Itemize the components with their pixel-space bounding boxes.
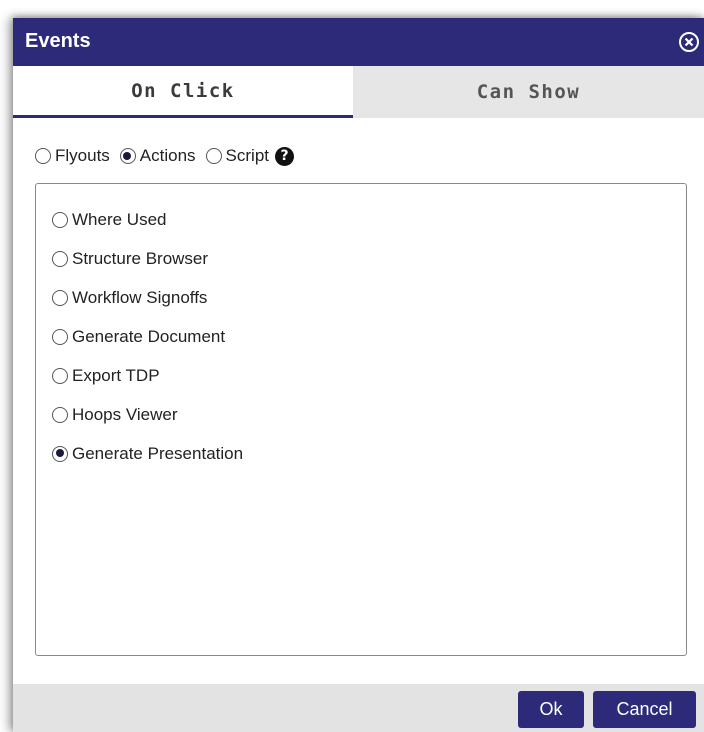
tab-bar: On Click Can Show [13, 66, 704, 118]
actions-radio[interactable] [119, 148, 136, 164]
mode-option-actions[interactable]: Actions [119, 146, 196, 166]
action-item-where-used[interactable]: Where Used [52, 200, 243, 239]
dialog-footer: Ok Cancel [13, 684, 704, 732]
action-label: Generate Presentation [72, 443, 244, 463]
mode-label-flyouts: Flyouts [55, 146, 110, 165]
action-label: Workflow Signoffs [72, 287, 208, 307]
action-item-hoops-viewer[interactable]: Hoops Viewer [52, 395, 243, 434]
mode-option-flyouts[interactable]: Flyouts [35, 146, 110, 166]
close-icon[interactable] [678, 31, 700, 53]
script-radio[interactable] [205, 148, 222, 164]
action-label: Where Used [72, 209, 167, 229]
events-dialog: Events On Click Can Show Flyouts Actions… [13, 18, 704, 732]
tab-on-click[interactable]: On Click [13, 66, 353, 118]
action-radio[interactable] [52, 211, 68, 228]
action-item-export-tdp[interactable]: Export TDP [52, 356, 243, 395]
action-item-structure-browser[interactable]: Structure Browser [52, 239, 243, 278]
action-item-generate-document[interactable]: Generate Document [52, 317, 243, 356]
actions-list: Where Used Structure Browser Workflow Si… [52, 200, 243, 473]
action-radio[interactable] [52, 250, 68, 267]
action-label: Structure Browser [72, 248, 209, 268]
action-item-generate-presentation[interactable]: Generate Presentation [52, 434, 243, 473]
action-radio[interactable] [52, 445, 68, 462]
cancel-button[interactable]: Cancel [593, 691, 696, 728]
action-label: Hoops Viewer [72, 404, 178, 424]
action-radio[interactable] [52, 367, 68, 384]
actions-list-panel: Where Used Structure Browser Workflow Si… [35, 183, 687, 656]
mode-option-script[interactable]: Script [205, 146, 270, 166]
mode-label-script: Script [225, 146, 270, 165]
mode-label-actions: Actions [139, 146, 196, 165]
ok-button[interactable]: Ok [518, 691, 584, 728]
action-radio[interactable] [52, 406, 68, 423]
flyouts-radio[interactable] [35, 148, 51, 164]
action-item-workflow-signoffs[interactable]: Workflow Signoffs [52, 278, 243, 317]
mode-radio-group: Flyouts Actions Script ? [35, 146, 295, 166]
tab-can-show[interactable]: Can Show [353, 66, 704, 118]
action-radio[interactable] [52, 328, 68, 345]
dialog-titlebar: Events [13, 18, 704, 66]
action-label: Generate Document [72, 326, 226, 346]
action-radio[interactable] [52, 289, 68, 306]
help-icon[interactable]: ? [275, 146, 295, 166]
dialog-title: Events [25, 30, 91, 52]
action-label: Export TDP [72, 365, 160, 385]
